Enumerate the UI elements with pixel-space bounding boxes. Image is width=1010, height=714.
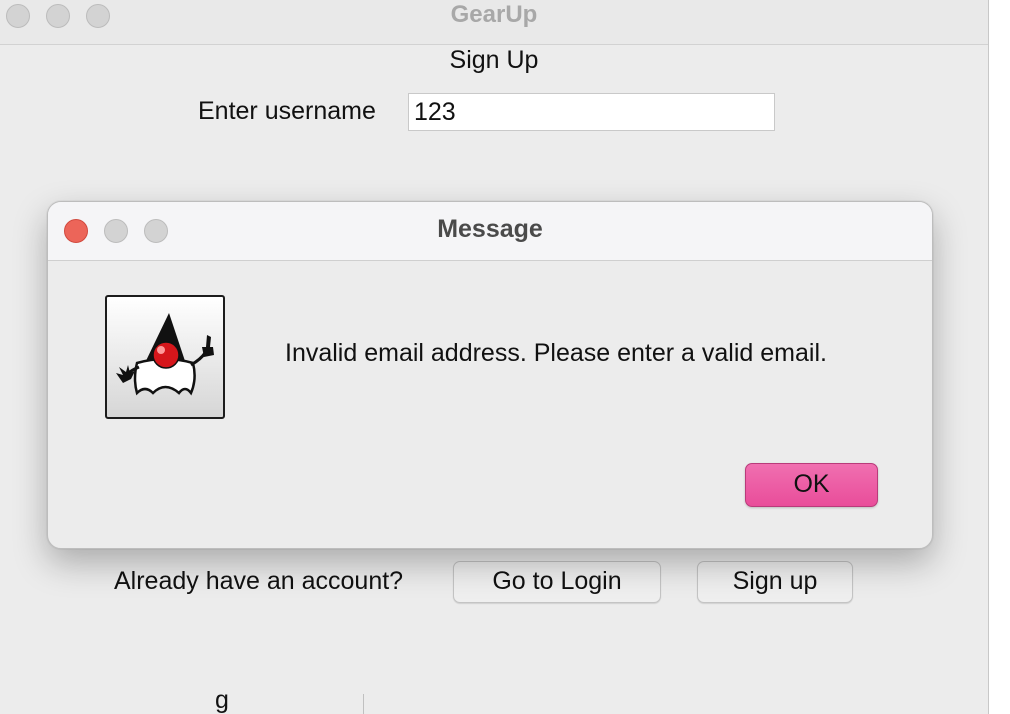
already-have-account-label: Already have an account? bbox=[114, 567, 404, 595]
dialog-message: Invalid email address. Please enter a va… bbox=[285, 339, 827, 367]
duke-mascot-graphic bbox=[116, 313, 214, 396]
java-duke-icon bbox=[105, 295, 225, 419]
clipped-text: g bbox=[215, 690, 229, 714]
go-to-login-button[interactable]: Go to Login bbox=[453, 561, 661, 603]
dialog-title: Message bbox=[437, 215, 543, 243]
page-title: Sign Up bbox=[449, 46, 539, 74]
username-input[interactable]: 123 bbox=[408, 93, 775, 131]
main-titlebar[interactable]: GearUp bbox=[0, 0, 988, 45]
dialog-titlebar[interactable]: Message bbox=[48, 202, 932, 261]
message-dialog: Message Invalid email address. Please en… bbox=[47, 201, 933, 549]
sign-up-button[interactable]: Sign up bbox=[697, 561, 853, 603]
ok-button[interactable]: OK bbox=[745, 463, 878, 507]
divider bbox=[363, 694, 364, 714]
username-label: Enter username bbox=[198, 97, 376, 125]
window-title: GearUp bbox=[450, 1, 538, 28]
